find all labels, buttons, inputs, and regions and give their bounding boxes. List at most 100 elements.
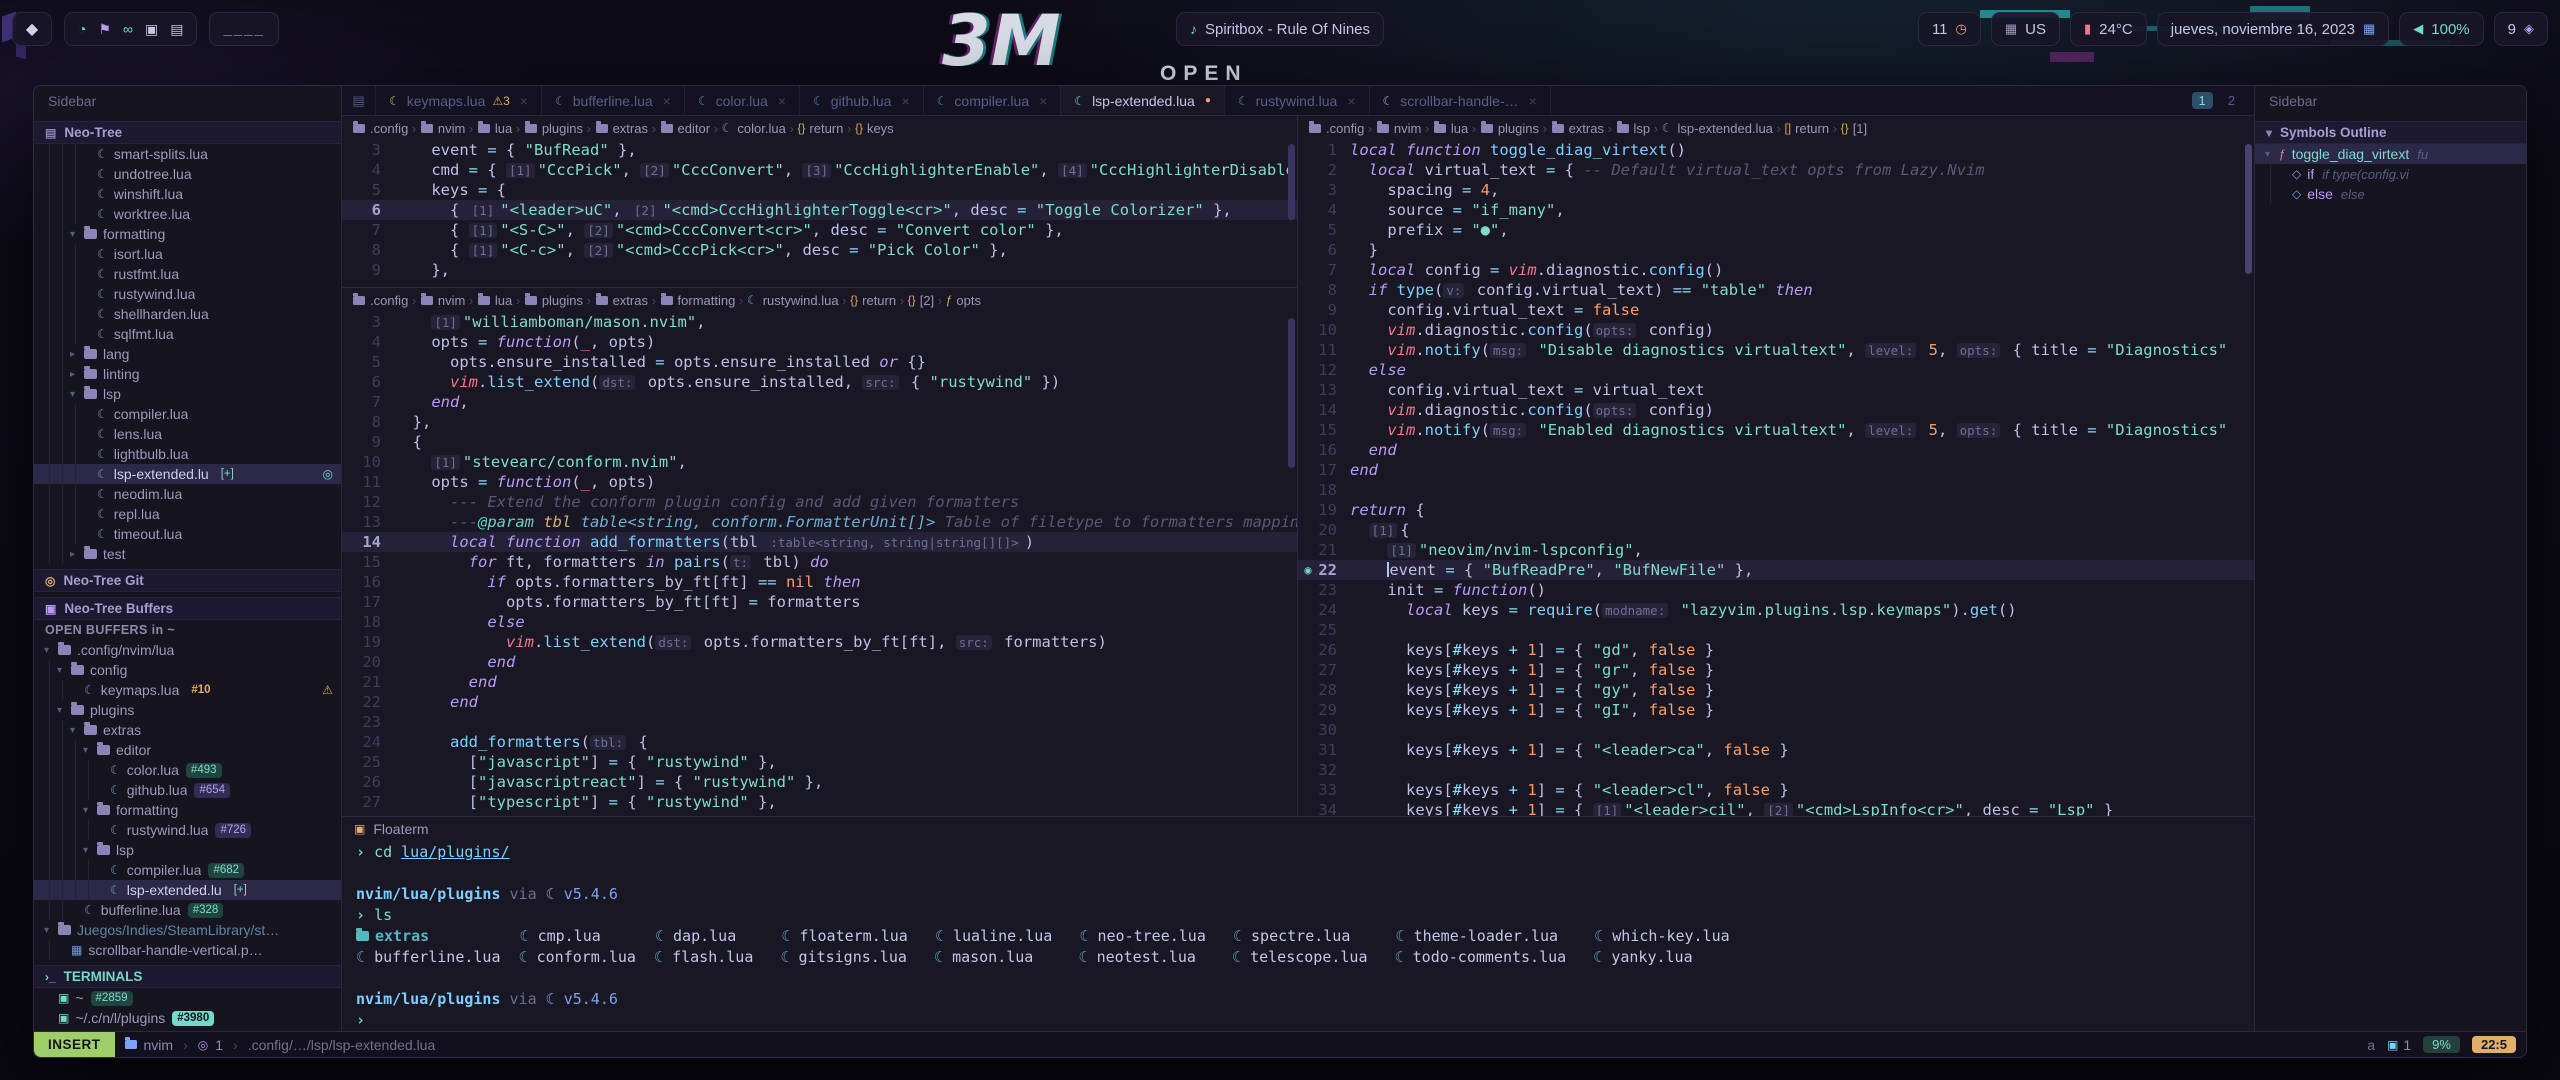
- close-tab-icon[interactable]: ×: [663, 93, 671, 109]
- tree-item-smart-splits.lua[interactable]: ☾smart-splits.lua: [34, 144, 341, 164]
- launcher-button[interactable]: ◆: [12, 12, 52, 46]
- tree-item-else[interactable]: ◇elseelse: [2255, 184, 2526, 204]
- close-tab-icon[interactable]: ×: [1529, 93, 1537, 109]
- copy-icon[interactable]: ▣: [145, 21, 158, 38]
- status-chip-24°C[interactable]: ▮24°C: [2070, 12, 2147, 46]
- tree-item-lsp-extended.lu[interactable]: ☾lsp-extended.lu[+]◎: [34, 464, 341, 484]
- tree-item-neodim.lua[interactable]: ☾neodim.lua: [34, 484, 341, 504]
- tree-item-~/.c/n/l/plugins[interactable]: ▣~/.c/n/l/plugins#3980: [34, 1008, 341, 1028]
- tab-rustywind.lua[interactable]: ☾rustywind.lua×: [1225, 86, 1370, 115]
- scrollbar[interactable]: [1288, 144, 1295, 220]
- tree-item-~[interactable]: ▣~#2859: [34, 988, 341, 1008]
- tree-item-github.lua[interactable]: ☾github.lua#654: [34, 780, 341, 800]
- tree-item-lsp[interactable]: ▾lsp: [34, 384, 341, 404]
- tree-item-toggle_diag_virtext[interactable]: ▾ƒtoggle_diag_virtextfu: [2255, 144, 2526, 164]
- tree-item-compiler.lua[interactable]: ☾compiler.lua#682: [34, 860, 341, 880]
- tree-item-lightbulb.lua[interactable]: ☾lightbulb.lua: [34, 444, 341, 464]
- tree-item-lang[interactable]: ▸lang: [34, 344, 341, 364]
- status-chip-jueves, noviembre 16, 2023[interactable]: jueves, noviembre 16, 2023▦: [2157, 12, 2390, 46]
- tree-item-isort.lua[interactable]: ☾isort.lua: [34, 244, 341, 264]
- code-line: 7 { [1]"<S-C>", [2]"<cmd>CccConvert<cr>"…: [342, 220, 1297, 240]
- tree-item-rustfmt.lua[interactable]: ☾rustfmt.lua: [34, 264, 341, 284]
- tree-item-timeout.lua[interactable]: ☾timeout.lua: [34, 524, 341, 544]
- tree-item-worktree.lua[interactable]: ☾worktree.lua: [34, 204, 341, 224]
- floaterm-panel[interactable]: ▣ Floaterm › cd lua/plugins/nvim/lua/plu…: [342, 816, 2254, 1031]
- tree-item-shellharden.lua[interactable]: ☾shellharden.lua: [34, 304, 341, 324]
- tab-lsp-extended.lua[interactable]: ☾lsp-extended.lua●: [1061, 86, 1225, 115]
- tree-item-lsp[interactable]: ▾lsp: [34, 840, 341, 860]
- status-chip-US[interactable]: ▦US: [1991, 12, 2060, 46]
- code-buffer-color-lua[interactable]: 3 event = { "BufRead" },4 cmd = { [1]"Cc…: [342, 140, 1297, 280]
- terminal-line: extras ☾ cmp.lua ☾ dap.lua ☾ floaterm.lu…: [356, 926, 2240, 947]
- tree-item-compiler.lua[interactable]: ☾compiler.lua: [34, 404, 341, 424]
- neotree-git-header[interactable]: ◎ Neo-Tree Git: [34, 569, 341, 592]
- editor-pane-rustywind-lua[interactable]: .config › nvim › lua › plugins › extras …: [342, 288, 1297, 816]
- buffer-badge: [+]: [216, 467, 239, 482]
- panel-toggle-icon[interactable]: ▤: [342, 86, 376, 115]
- tab-github.lua[interactable]: ☾github.lua×: [800, 86, 924, 115]
- close-tab-icon[interactable]: ×: [901, 93, 909, 109]
- scrollbar[interactable]: [2245, 144, 2252, 274]
- tab-bufferline.lua[interactable]: ☾bufferline.lua×: [542, 86, 685, 115]
- tree-item-winshift.lua[interactable]: ☾winshift.lua: [34, 184, 341, 204]
- tree-item-color.lua[interactable]: ☾color.lua#493: [34, 760, 341, 780]
- tabpage-1[interactable]: 1: [2192, 92, 2213, 109]
- tab-compiler.lua[interactable]: ☾compiler.lua×: [924, 86, 1062, 115]
- quick-settings-group[interactable]: ◔ ⚑ ∞ ▣ ▤: [64, 12, 197, 46]
- tab-keymaps.lua[interactable]: ☾keymaps.lua⚠3×: [376, 86, 542, 115]
- status-chip-9[interactable]: 9◈: [2494, 12, 2548, 46]
- tree-item-repl.lua[interactable]: ☾repl.lua: [34, 504, 341, 524]
- tab-color.lua[interactable]: ☾color.lua×: [685, 86, 800, 115]
- symbols-outline-header[interactable]: ▾ Symbols Outline: [2255, 121, 2526, 144]
- editor-pane-lsp-extended-lua[interactable]: .config › nvim › lua › plugins › extras …: [1298, 116, 2254, 816]
- tree-item-bufferline.lua[interactable]: ☾bufferline.lua#328: [34, 900, 341, 920]
- tab-scrollbar-handle-…[interactable]: ☾scrollbar-handle-…×: [1370, 86, 1551, 115]
- terminals-header[interactable]: ›_ TERMINALS: [34, 965, 341, 988]
- tree-item-scrollbar-handle-vertical.p…[interactable]: ▦scrollbar-handle-vertical.p…: [34, 940, 341, 960]
- tree-item-formatting[interactable]: ▾formatting: [34, 224, 341, 244]
- tree-item-Juegos/Indies/SteamLibrary/st…[interactable]: ▾Juegos/Indies/SteamLibrary/st…: [34, 920, 341, 940]
- tree-item-editor[interactable]: ▾editor: [34, 740, 341, 760]
- editor-pane-color-lua[interactable]: .config › nvim › lua › plugins › extras …: [342, 116, 1297, 288]
- tree-item-sqlfmt.lua[interactable]: ☾sqlfmt.lua: [34, 324, 341, 344]
- tree-item-lens.lua[interactable]: ☾lens.lua: [34, 424, 341, 444]
- status-chip-100%[interactable]: ◀100%: [2399, 12, 2483, 46]
- code-line: 4 opts = function(_, opts): [342, 332, 1297, 352]
- close-tab-icon[interactable]: ×: [1347, 93, 1355, 109]
- tree-item-config[interactable]: ▾config: [34, 660, 341, 680]
- tree-item-formatting[interactable]: ▾formatting: [34, 800, 341, 820]
- tree-item-.config/nvim/lua[interactable]: ▾.config/nvim/lua: [34, 640, 341, 660]
- power-icon[interactable]: ◔: [78, 21, 86, 37]
- tree-item-rustywind.lua[interactable]: ☾rustywind.lua#726: [34, 820, 341, 840]
- file-icon[interactable]: ▤: [170, 21, 183, 38]
- tree-item-extras[interactable]: ▾extras: [34, 720, 341, 740]
- close-tab-icon[interactable]: ×: [1039, 93, 1047, 109]
- cwd-segment[interactable]: nvim: [115, 1037, 184, 1053]
- tree-item-test[interactable]: ▸test: [34, 544, 341, 564]
- cursor-position: 22:5: [2472, 1036, 2516, 1053]
- tree-item-plugins[interactable]: ▾plugins: [34, 700, 341, 720]
- floaterm-terminal[interactable]: › cd lua/plugins/nvim/lua/plugins via ☾ …: [342, 841, 2254, 1031]
- close-tab-icon[interactable]: ×: [778, 93, 786, 109]
- lua-icon: ☾: [97, 427, 108, 441]
- branch-segment[interactable]: ◎ 1: [188, 1037, 233, 1053]
- link-icon[interactable]: ∞: [123, 21, 133, 37]
- code-line: 3 [1]"williamboman/mason.nvim",: [342, 312, 1297, 332]
- close-tab-icon[interactable]: ×: [520, 93, 528, 109]
- tree-item-rustywind.lua[interactable]: ☾rustywind.lua: [34, 284, 341, 304]
- media-player-widget[interactable]: ♪ Spiritbox - Rule Of Nines: [1176, 12, 1384, 46]
- scrollbar[interactable]: [1288, 318, 1295, 468]
- code-buffer-rustywind-lua[interactable]: 3 [1]"williamboman/mason.nvim",4 opts = …: [342, 312, 1297, 812]
- tree-item-keymaps.lua[interactable]: ☾keymaps.lua#10⚠: [34, 680, 341, 700]
- tree-item-linting[interactable]: ▸linting: [34, 364, 341, 384]
- flag-icon[interactable]: ⚑: [98, 21, 111, 38]
- code-buffer-lsp-extended-lua[interactable]: 1local function toggle_diag_virtext()2 l…: [1298, 140, 2254, 816]
- tree-item-if[interactable]: ◇ifif type(config.vi: [2255, 164, 2526, 184]
- tabpage-2[interactable]: 2: [2221, 92, 2242, 109]
- neotree-buffers-header[interactable]: ▣ Neo-Tree Buffers: [34, 597, 341, 620]
- tree-item-undotree.lua[interactable]: ☾undotree.lua: [34, 164, 341, 184]
- status-chip-11[interactable]: 11◷: [1918, 12, 1981, 46]
- neotree-files-header[interactable]: ▤ Neo-Tree: [34, 121, 341, 144]
- workspace-indicator[interactable]: ____: [209, 12, 278, 46]
- tree-item-lsp-extended.lu[interactable]: ☾lsp-extended.lu[+]: [34, 880, 341, 900]
